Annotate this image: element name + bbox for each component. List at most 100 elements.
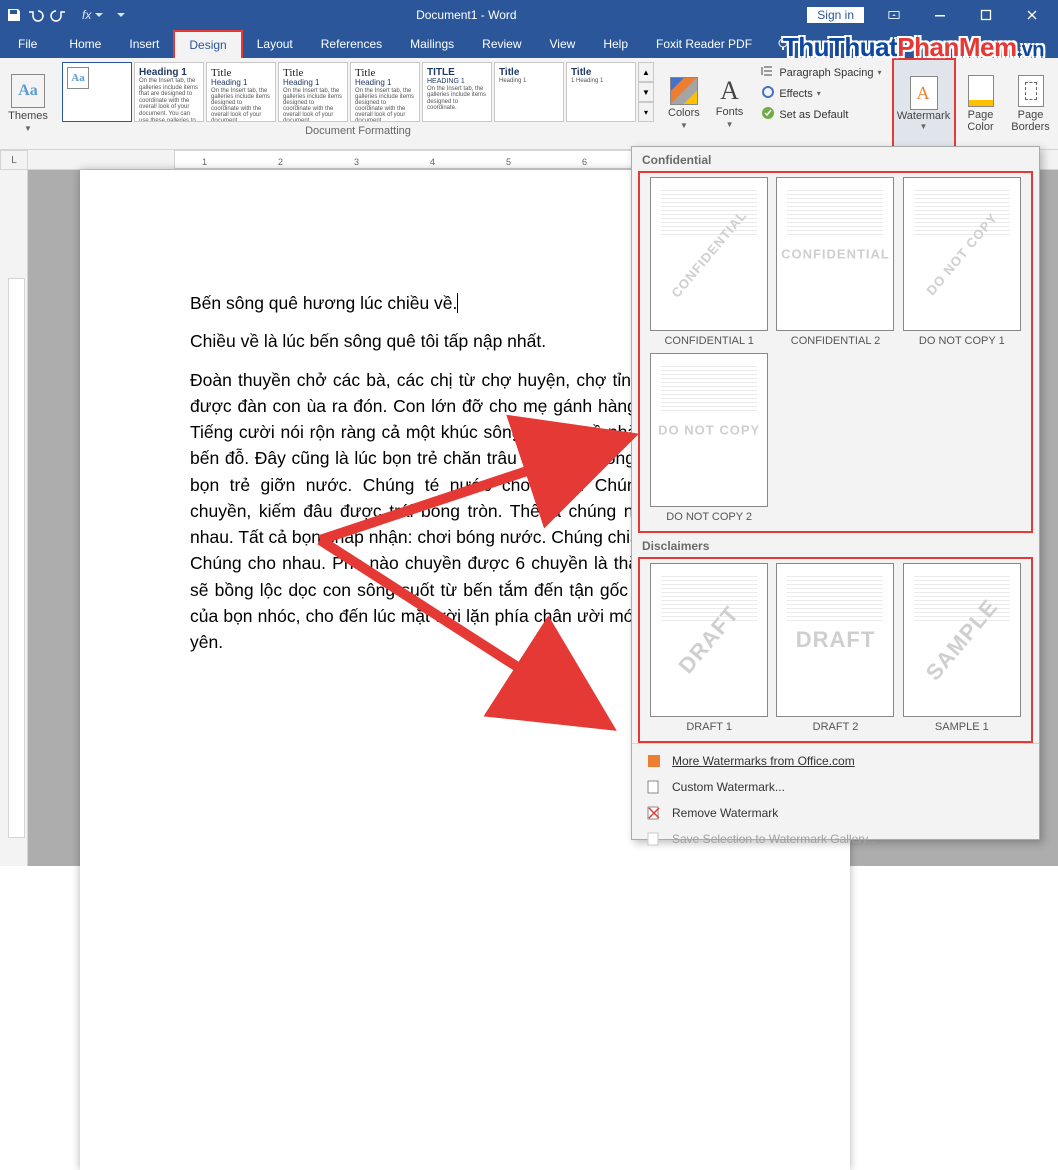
style-set-thumb[interactable]: Heading 1On the Insert tab, the gallerie… [134, 62, 204, 122]
fonts-icon: A [720, 78, 739, 104]
watermark-thumb[interactable]: DRAFTDRAFT 2 [776, 563, 894, 733]
watermark-caption: DO NOT COPY 1 [919, 335, 1005, 347]
tab-help[interactable]: Help [589, 30, 642, 58]
chevron-down-icon: ▼ [726, 120, 734, 129]
fonts-button[interactable]: A Fonts ▼ [708, 58, 752, 149]
title-bar: fx Document1 - Word Sign in [0, 0, 1058, 30]
chevron-down-icon: ▾ [817, 89, 821, 98]
set-default-button[interactable]: Set as Default [761, 106, 881, 123]
watermark-thumb[interactable]: DO NOT COPYDO NOT COPY 1 [903, 177, 1021, 347]
page-color-icon [968, 75, 994, 107]
page-color-label: Page Color [967, 109, 993, 133]
watermark-thumb[interactable]: DO NOT COPYDO NOT COPY 2 [650, 353, 768, 523]
vertical-ruler[interactable] [0, 170, 28, 866]
style-set-thumb[interactable]: TitleHeading 1On the Insert tab, the gal… [206, 62, 276, 122]
checkmark-icon [761, 106, 775, 123]
watermark-thumb[interactable]: CONFIDENTIALCONFIDENTIAL 2 [776, 177, 894, 347]
save-selection-icon [646, 831, 662, 847]
watermark-grid-confidential: CONFIDENTIALCONFIDENTIAL 1CONFIDENTIALCO… [638, 171, 1033, 533]
gallery-down-icon[interactable]: ▼ [638, 82, 654, 102]
style-set-thumb[interactable]: TitleHeading 1 [494, 62, 564, 122]
formula-bar: fx [82, 8, 125, 22]
watermark-thumb[interactable]: DRAFTDRAFT 1 [650, 563, 768, 733]
style-set-thumb[interactable]: TITLEHEADING 1On the Insert tab, the gal… [422, 62, 492, 122]
tab-home[interactable]: Home [55, 30, 115, 58]
custom-watermark-label: Custom Watermark... [672, 780, 785, 794]
style-set-gallery[interactable]: AaHeading 1On the Insert tab, the galler… [62, 62, 654, 122]
remove-icon [646, 805, 662, 821]
tab-review[interactable]: Review [468, 30, 535, 58]
tab-layout[interactable]: Layout [243, 30, 307, 58]
tab-insert[interactable]: Insert [115, 30, 173, 58]
remove-watermark-label: Remove Watermark [672, 806, 778, 820]
minimize-icon[interactable] [918, 0, 962, 30]
chevron-down-icon: ▼ [680, 121, 688, 130]
tab-view[interactable]: View [536, 30, 590, 58]
watermark-caption: SAMPLE 1 [935, 721, 989, 733]
colors-label: Colors [668, 107, 700, 119]
save-selection-item: Save Selection to Watermark Gallery... [632, 826, 1039, 852]
redo-icon[interactable] [50, 7, 66, 23]
gallery-up-icon[interactable]: ▲ [638, 62, 654, 82]
page-color-button[interactable]: Page Color [956, 58, 1006, 149]
document-formatting-group: AaHeading 1On the Insert tab, the galler… [56, 58, 660, 149]
ribbon-display-icon[interactable] [872, 0, 916, 30]
watermark-section-disclaimers: Disclaimers [632, 533, 1039, 557]
quick-access-toolbar [0, 7, 72, 23]
watermark-label: Watermark [897, 110, 950, 122]
save-selection-label: Save Selection to Watermark Gallery... [672, 832, 877, 846]
close-icon[interactable] [1010, 0, 1054, 30]
tab-file[interactable]: File [0, 30, 55, 58]
style-set-thumb[interactable]: TitleHeading 1On the Insert tab, the gal… [278, 62, 348, 122]
custom-watermark-icon [646, 779, 662, 795]
paragraph-spacing-button[interactable]: Paragraph Spacing ▾ [761, 64, 881, 81]
docfmt-label: Document Formatting [62, 122, 654, 140]
watermark-caption: CONFIDENTIAL 1 [664, 335, 753, 347]
watermark-caption: CONFIDENTIAL 2 [791, 335, 880, 347]
tab-mailings[interactable]: Mailings [396, 30, 468, 58]
office-icon [646, 753, 662, 769]
maximize-icon[interactable] [964, 0, 1008, 30]
effects-button[interactable]: Effects ▾ [761, 85, 881, 102]
watermark-grid-disclaimers: DRAFTDRAFT 1DRAFTDRAFT 2SAMPLESAMPLE 1 [638, 557, 1033, 743]
page-borders-button[interactable]: Page Borders [1006, 58, 1056, 149]
paragraph-spacing-label: Paragraph Spacing [779, 67, 873, 79]
custom-watermark-item[interactable]: Custom Watermark... [632, 774, 1039, 800]
watermark-thumb[interactable]: SAMPLESAMPLE 1 [903, 563, 1021, 733]
watermark-caption: DO NOT COPY 2 [666, 511, 752, 523]
themes-button[interactable]: Aa Themes ▼ [0, 58, 56, 149]
window-title: Document1 - Word [125, 8, 807, 22]
ruler-corner[interactable]: L [0, 150, 28, 170]
ribbon-body: Aa Themes ▼ AaHeading 1On the Insert tab… [0, 58, 1058, 150]
style-set-thumb[interactable]: Aa [62, 62, 132, 122]
watermark-button[interactable]: Watermark ▼ [892, 58, 956, 149]
watermark-gallery-panel: Confidential CONFIDENTIALCONFIDENTIAL 1C… [631, 146, 1040, 840]
colors-button[interactable]: Colors ▼ [660, 58, 708, 149]
save-icon[interactable] [6, 7, 22, 23]
fonts-label: Fonts [716, 106, 744, 118]
style-set-thumb[interactable]: Title1 Heading 1 [566, 62, 636, 122]
remove-watermark-item[interactable]: Remove Watermark [632, 800, 1039, 826]
undo-icon[interactable] [28, 7, 44, 23]
watermark-section-confidential: Confidential [632, 147, 1039, 171]
paragraph-group: Paragraph Spacing ▾ Effects ▾ Set as Def… [751, 58, 891, 149]
gallery-more-icon[interactable]: ▾ [638, 102, 654, 122]
watermark-logo: ThuThuatPhanMem.vn [783, 32, 1044, 63]
effects-icon [761, 85, 775, 102]
sign-in-button[interactable]: Sign in [807, 7, 864, 23]
tab-references[interactable]: References [307, 30, 396, 58]
tab-foxit[interactable]: Foxit Reader PDF [642, 30, 766, 58]
style-set-thumb[interactable]: TitleHeading 1On the Insert tab, the gal… [350, 62, 420, 122]
page-borders-label: Page Borders [1011, 109, 1050, 133]
watermark-caption: DRAFT 1 [686, 721, 732, 733]
set-default-label: Set as Default [779, 109, 848, 121]
more-watermarks-label: More Watermarks from Office.com [672, 754, 855, 768]
chevron-down-icon: ▼ [24, 124, 32, 133]
fx-icon: fx [82, 8, 91, 22]
more-watermarks-item[interactable]: More Watermarks from Office.com [632, 748, 1039, 774]
paragraph-1: Bến sông quê hương lúc chiều về. [190, 293, 457, 313]
themes-label: Themes [8, 110, 48, 122]
watermark-thumb[interactable]: CONFIDENTIALCONFIDENTIAL 1 [650, 177, 768, 347]
paragraph-spacing-icon [761, 64, 775, 81]
tab-design[interactable]: Design [173, 30, 242, 58]
